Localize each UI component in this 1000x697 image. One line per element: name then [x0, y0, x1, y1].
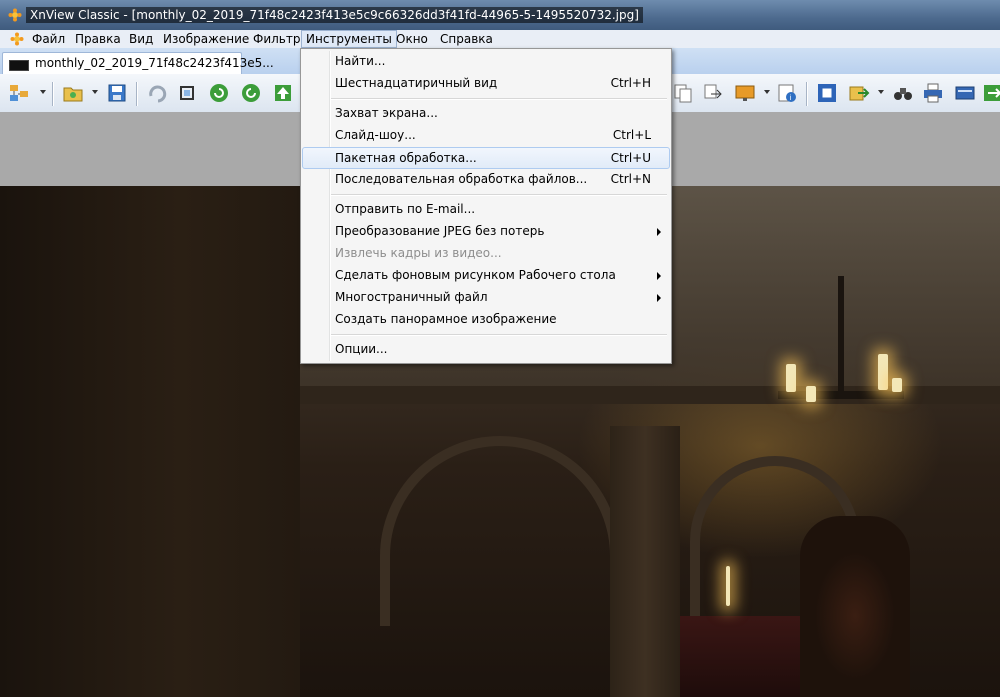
up-icon[interactable]: [272, 82, 294, 104]
menu-help[interactable]: Справка: [436, 31, 497, 47]
candle: [878, 354, 888, 390]
image-arch: [380, 436, 620, 626]
menu-item-extract-frames: Извлечь кадры из видео...: [303, 243, 669, 263]
menu-item-label: Сделать фоновым рисунком Рабочего стола: [335, 268, 616, 282]
menu-item-hex-view[interactable]: Шестнадцатиричный вид Ctrl+H: [303, 73, 669, 93]
refresh-2-icon[interactable]: [240, 82, 262, 104]
menu-item-send-email[interactable]: Отправить по E-mail...: [303, 199, 669, 219]
image-figure: [800, 516, 910, 697]
candle: [786, 364, 796, 392]
crop-icon[interactable]: [176, 82, 198, 104]
menu-item-screen-capture[interactable]: Захват экрана...: [303, 103, 669, 123]
image-pillar: [610, 426, 680, 697]
chevron-down-icon[interactable]: [40, 90, 46, 94]
menu-item-label: Преобразование JPEG без потерь: [335, 224, 545, 238]
window-title: XnView Classic - [monthly_02_2019_71f48c…: [26, 7, 643, 23]
menu-item-set-wallpaper[interactable]: Сделать фоновым рисунком Рабочего стола: [303, 265, 669, 285]
move-icon[interactable]: [702, 82, 724, 104]
binoculars-icon[interactable]: [892, 82, 914, 104]
menu-item-shortcut: Ctrl+N: [610, 172, 651, 186]
save-icon[interactable]: [106, 82, 128, 104]
menu-item-batch-processing[interactable]: Пакетная обработка... Ctrl+U: [302, 147, 670, 169]
menu-item-label: Слайд-шоу...: [335, 128, 416, 142]
copy-icon[interactable]: [672, 82, 694, 104]
menu-item-label: Извлечь кадры из видео...: [335, 246, 502, 260]
thumbnail-icon: [9, 60, 29, 71]
menu-filter[interactable]: Фильтр: [249, 31, 304, 47]
browser-icon[interactable]: [8, 82, 30, 104]
chandelier-chain: [838, 276, 844, 396]
menu-item-shortcut: Ctrl+L: [612, 128, 651, 142]
menu-item-label: Найти...: [335, 54, 386, 68]
xnview-flower-icon: [8, 8, 22, 22]
candle: [892, 378, 902, 392]
menu-item-multipage-file[interactable]: Многостраничный файл: [303, 287, 669, 307]
menu-item-shortcut: Ctrl+H: [610, 76, 651, 90]
submenu-arrow-icon: [657, 272, 661, 280]
tab-label: monthly_02_2019_71f48c2423f413e5...: [35, 56, 274, 70]
menu-item-label: Пакетная обработка...: [335, 151, 477, 165]
chandelier-arm: [778, 391, 904, 399]
fullscreen-icon[interactable]: [816, 82, 838, 104]
toolbar-separator: [136, 82, 138, 106]
menu-item-slideshow[interactable]: Слайд-шоу... Ctrl+L: [303, 125, 669, 145]
menu-item-label: Создать панорамное изображение: [335, 312, 557, 326]
title-bar: XnView Classic - [monthly_02_2019_71f48c…: [0, 0, 1000, 30]
scanner-icon[interactable]: [954, 82, 976, 104]
menu-item-label: Многостраничный файл: [335, 290, 488, 304]
chevron-down-icon[interactable]: [878, 90, 884, 94]
xnview-flower-icon[interactable]: [10, 32, 24, 46]
menu-item-label: Шестнадцатиричный вид: [335, 76, 498, 90]
refresh-icon[interactable]: [208, 82, 230, 104]
tab-image[interactable]: monthly_02_2019_71f48c2423f413e5...: [2, 52, 274, 75]
menu-item-shortcut: Ctrl+U: [610, 151, 651, 165]
menu-separator: [331, 98, 667, 100]
print-icon[interactable]: [922, 82, 944, 104]
toolbar-separator: [52, 82, 54, 106]
submenu-arrow-icon: [657, 228, 661, 236]
toolbar-separator: [806, 82, 808, 106]
candle: [806, 386, 816, 402]
rotate-left-icon[interactable]: [146, 82, 168, 104]
menu-window[interactable]: Окно: [392, 31, 432, 47]
chevron-down-icon[interactable]: [92, 90, 98, 94]
menu-file[interactable]: Файл: [28, 31, 69, 47]
menu-tools[interactable]: Инструменты: [301, 30, 397, 48]
submenu-arrow-icon: [657, 294, 661, 302]
candle: [726, 566, 730, 606]
info-icon[interactable]: i: [776, 82, 798, 104]
menu-item-options[interactable]: Опции...: [303, 339, 669, 359]
menu-edit[interactable]: Правка: [71, 31, 125, 47]
menu-item-label: Захват экрана...: [335, 106, 438, 120]
menu-item-label: Последовательная обработка файлов...: [335, 172, 588, 186]
svg-text:i: i: [790, 94, 792, 102]
tools-menu: Найти... Шестнадцатиричный вид Ctrl+H За…: [300, 48, 672, 364]
exit-icon[interactable]: [982, 82, 1000, 104]
menu-separator: [331, 334, 667, 336]
export-icon[interactable]: [848, 82, 870, 104]
menu-item-lossless-jpeg[interactable]: Преобразование JPEG без потерь: [303, 221, 669, 241]
image-table: [680, 616, 820, 697]
menu-image[interactable]: Изображение: [159, 31, 253, 47]
menu-bar: Файл Правка Вид Изображение Фильтр Инстр…: [0, 30, 1000, 49]
desktop-icon[interactable]: [734, 82, 756, 104]
open-folder-icon[interactable]: [62, 82, 84, 104]
chevron-down-icon[interactable]: [764, 90, 770, 94]
menu-view[interactable]: Вид: [125, 31, 157, 47]
menu-item-panorama[interactable]: Создать панорамное изображение: [303, 309, 669, 329]
menu-item-find[interactable]: Найти...: [303, 51, 669, 71]
menu-separator: [331, 194, 667, 196]
menu-item-sequential-processing[interactable]: Последовательная обработка файлов... Ctr…: [303, 169, 669, 189]
menu-item-label: Отправить по E-mail...: [335, 202, 476, 216]
image-left-wall: [0, 186, 300, 697]
menu-item-label: Опции...: [335, 342, 388, 356]
